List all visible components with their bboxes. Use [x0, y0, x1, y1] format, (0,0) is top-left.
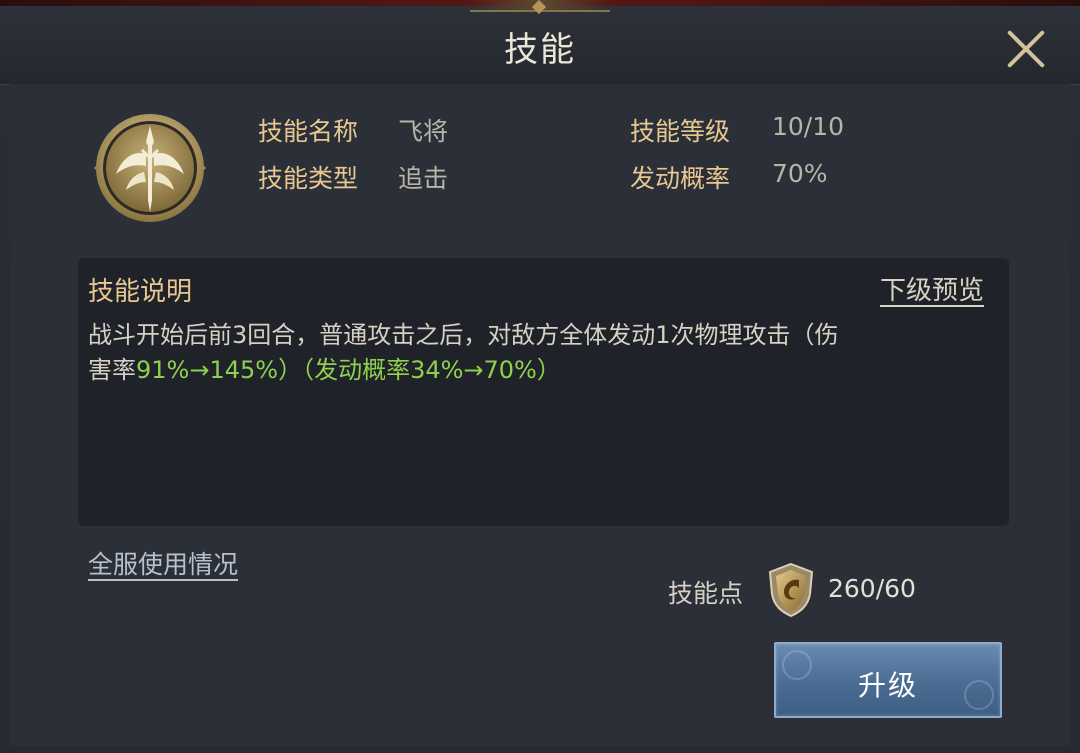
activation-rate-label: 发动概率 — [630, 164, 731, 193]
description-title: 技能说明 — [88, 277, 193, 307]
description-line-2: 害率91%→145%）（发动概率34%→70%） — [88, 353, 988, 388]
gold-shield-icon — [768, 562, 814, 618]
description-box — [78, 258, 1009, 526]
skill-points-value: 260/60 — [828, 574, 916, 603]
activation-rate-value: 70% — [772, 159, 828, 188]
server-usage-link[interactable]: 全服使用情况 — [88, 545, 238, 581]
description-text: 战斗开始后前3回合，普通攻击之后，对敌方全体发动1次物理攻击（伤 害率91%→1… — [88, 318, 988, 388]
skill-name-value: 飞将 — [398, 117, 449, 146]
skill-points-label: 技能点 — [668, 579, 744, 608]
close-icon[interactable] — [1004, 26, 1048, 70]
description-line-1: 战斗开始后前3回合，普通攻击之后，对敌方全体发动1次物理攻击（伤 — [88, 321, 839, 349]
description-upgrade-values: 91%→145%）（发动概率34%→70%） — [136, 356, 561, 384]
winged-sword-emblem-icon — [94, 114, 206, 222]
title-ornament — [470, 0, 610, 12]
next-level-preview-link[interactable]: 下级预览 — [880, 270, 984, 307]
window-title: 技能 — [504, 30, 576, 70]
upgrade-button-label: 升级 — [857, 669, 918, 702]
upgrade-button[interactable]: 升级 — [774, 642, 1002, 718]
skill-level-value: 10/10 — [772, 112, 845, 141]
skill-window: 技能 技能名称 飞将 技能类型 追击 技能等级 10/10 发动概率 70% 技… — [0, 0, 1080, 753]
title-bar: 技能 — [0, 0, 1080, 85]
skill-name-label: 技能名称 — [258, 117, 359, 146]
skill-type-value: 追击 — [398, 164, 449, 193]
description-line-2-prefix: 害率 — [88, 356, 136, 384]
skill-level-label: 技能等级 — [630, 117, 731, 146]
skill-type-label: 技能类型 — [258, 164, 359, 193]
